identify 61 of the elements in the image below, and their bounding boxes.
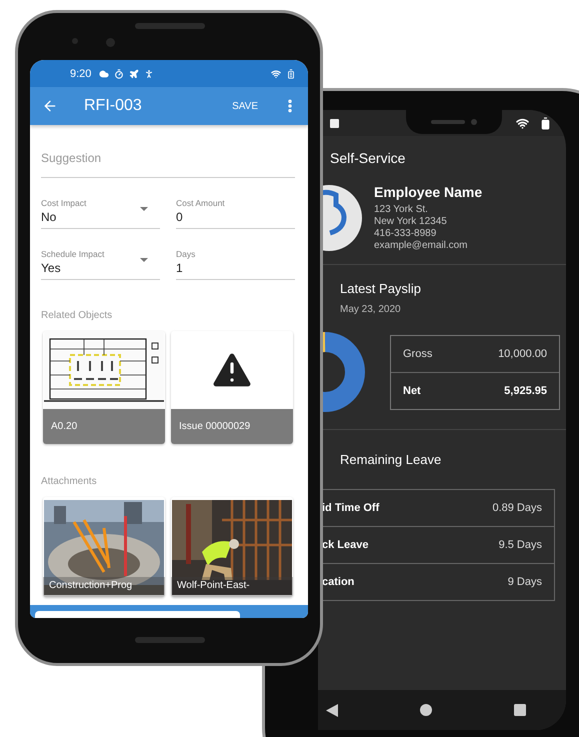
card-caption: Construction+Prog [43, 577, 165, 597]
field-value: 1 [176, 261, 184, 275]
object-card[interactable]: Issue 00000029 [171, 331, 293, 444]
caret-icon [140, 207, 148, 211]
text-field[interactable]: Days 1 [176, 249, 295, 280]
back-icon[interactable] [326, 704, 338, 716]
plane-icon [129, 68, 140, 78]
speaker [135, 637, 205, 643]
leave-balance: 0.89 Days [492, 502, 542, 514]
payslip-date: May 23, 2020 [339, 303, 402, 315]
leave-type: cation [322, 576, 354, 588]
field-label: Cost Amount [176, 198, 226, 208]
contact-detail: 123 York St. [374, 204, 429, 216]
timer-icon [114, 68, 124, 78]
card-caption: A0.20 [43, 409, 165, 444]
wifi-icon [516, 116, 529, 130]
leave-type: id Time Off [322, 502, 380, 514]
suggestion-field[interactable]: Suggestion [41, 149, 295, 178]
payslip-label: Net [403, 384, 421, 396]
text-field[interactable]: Cost Amount 0 [176, 198, 295, 229]
contact-detail: New York 12345 [374, 216, 448, 228]
status-time: 9:20 [70, 68, 92, 80]
dropdown-field[interactable]: Cost Impact No [41, 198, 160, 229]
section-heading: Attachments [41, 476, 98, 487]
contact-detail: 416-333-8989 [374, 228, 438, 240]
field-label: Cost Impact [41, 198, 88, 208]
person-icon [144, 68, 154, 78]
section-heading: Remaining Leave [339, 451, 442, 467]
field-value: No [41, 210, 58, 224]
speaker [135, 23, 205, 29]
attachment-card[interactable]: Wolf-Point-East- [171, 497, 293, 597]
field-label: Schedule Impact [41, 249, 106, 259]
home-icon[interactable] [420, 704, 432, 716]
leave-type: ck Leave [322, 539, 368, 551]
employee-name: Employee Name [374, 184, 482, 200]
battery-icon [286, 68, 296, 78]
section-heading: Related Objects [41, 310, 114, 321]
dropdown-field[interactable]: Schedule Impact Yes [41, 249, 160, 280]
leave-balance: 9.5 Days [498, 539, 542, 551]
battery-icon [539, 116, 552, 130]
card-caption: Issue 00000029 [171, 409, 293, 444]
wifi-icon [271, 68, 281, 78]
section-heading: Latest Payslip [339, 280, 422, 296]
back-button[interactable] [42, 98, 58, 114]
save-button[interactable]: SAVE [232, 100, 258, 112]
attachment-card[interactable]: Construction+Prog [43, 497, 165, 597]
caret-icon [140, 258, 148, 262]
field-value: 0 [176, 210, 184, 224]
payslip-label: Gross [403, 348, 432, 360]
field-label: Days [176, 249, 196, 259]
object-card[interactable]: A0.20 [43, 331, 165, 444]
card-caption: Wolf-Point-East- [171, 577, 293, 597]
notification-icon [330, 118, 339, 128]
screen-title: Self-Service [329, 149, 406, 168]
leave-balance: 9 Days [508, 576, 542, 588]
field-value: Yes [41, 261, 62, 275]
cloud-icon [99, 68, 110, 78]
payslip-amount: 5,925.95 [504, 384, 547, 396]
contact-detail: example@email.com [374, 240, 469, 252]
payslip-amount: 10,000.00 [498, 348, 547, 360]
app-title: RFI-003 [84, 97, 143, 115]
